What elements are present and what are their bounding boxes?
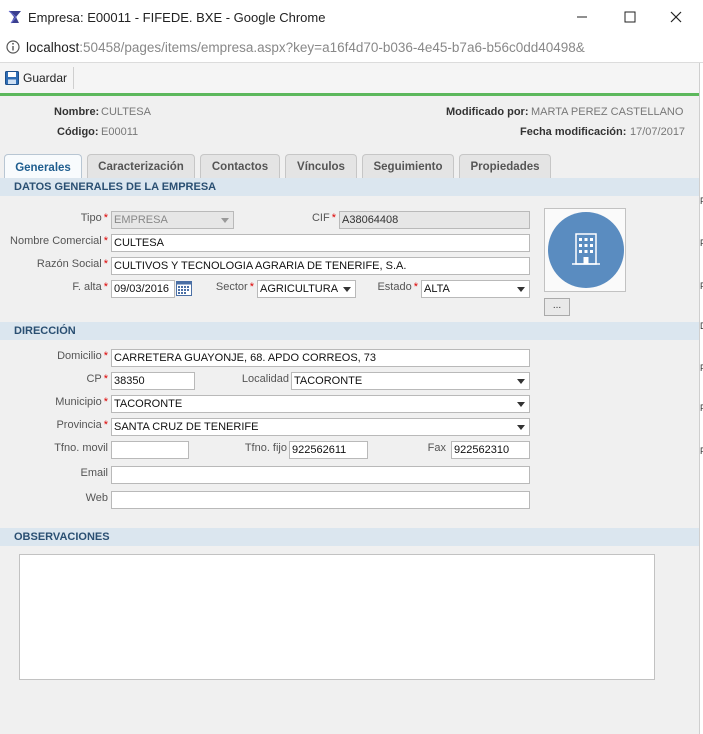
chevron-down-icon bbox=[513, 419, 529, 435]
razon-social-label: Razón Social * bbox=[36, 258, 108, 270]
cp-field[interactable]: 38350 bbox=[111, 372, 195, 390]
fecha-label: Fecha modificación: bbox=[520, 126, 627, 138]
chevron-down-icon bbox=[513, 281, 529, 297]
sector-label: Sector * bbox=[215, 281, 254, 293]
cp-label: CP * bbox=[86, 373, 108, 385]
web-field[interactable] bbox=[111, 491, 530, 509]
f-alta-field[interactable]: 09/03/2016 bbox=[111, 280, 175, 298]
email-label: Email bbox=[80, 467, 108, 479]
tipo-label: Tipo * bbox=[80, 212, 108, 224]
municipio-select[interactable]: TACORONTE bbox=[111, 395, 530, 413]
address-bar[interactable]: localhost:50458/pages/items/empresa.aspx… bbox=[0, 34, 703, 63]
localidad-select[interactable]: TACORONTE bbox=[291, 372, 530, 390]
nombre-value: CULTESA bbox=[101, 106, 151, 118]
window-titlebar: Empresa: E00011 - FIFEDE. BXE - Google C… bbox=[0, 0, 703, 34]
fecha-value: 17/07/2017 bbox=[630, 126, 686, 138]
razon-social-field[interactable]: CULTIVOS Y TECNOLOGIA AGRARIA DE TENERIF… bbox=[111, 257, 530, 275]
modificado-value: MARTA PEREZ CASTELLANO bbox=[531, 106, 684, 118]
maximize-button[interactable] bbox=[607, 0, 653, 34]
chevron-down-icon bbox=[217, 212, 233, 228]
localidad-label: Localidad bbox=[241, 373, 289, 385]
tab-vinculos[interactable]: Vínculos bbox=[285, 154, 357, 179]
save-button-label: Guardar bbox=[23, 71, 68, 85]
sector-select[interactable]: AGRICULTURA bbox=[257, 280, 356, 298]
company-photo-placeholder bbox=[548, 212, 624, 288]
save-button[interactable]: Guardar bbox=[2, 67, 75, 89]
web-label: Web bbox=[85, 492, 108, 504]
fifede-logo-icon bbox=[8, 10, 21, 24]
change-photo-button[interactable]: ... bbox=[544, 298, 570, 316]
observaciones-textarea[interactable] bbox=[19, 554, 655, 680]
section-datos-generales: DATOS GENERALES DE LA EMPRESA bbox=[0, 178, 699, 196]
chevron-down-icon bbox=[513, 373, 529, 389]
modificado-label: Modificado por: bbox=[446, 106, 529, 118]
toolbar: Guardar bbox=[0, 63, 699, 96]
section-observaciones: OBSERVACIONES bbox=[0, 528, 699, 546]
tab-generales[interactable]: Generales bbox=[4, 154, 82, 180]
tipo-select[interactable]: EMPRESA bbox=[111, 211, 234, 229]
f-alta-label: F. alta * bbox=[72, 281, 108, 293]
tfno-movil-label: Tfno. movil bbox=[54, 442, 108, 454]
nombre-comercial-field[interactable]: CULTESA bbox=[111, 234, 530, 252]
fax-field[interactable]: 922562310 bbox=[451, 441, 530, 459]
estado-select[interactable]: ALTA bbox=[421, 280, 530, 298]
background-window-edge: F F F D F F F bbox=[699, 63, 703, 734]
cif-label: CIF * bbox=[311, 212, 336, 224]
fax-label: Fax bbox=[427, 442, 446, 454]
provincia-select[interactable]: SANTA CRUZ DE TENERIFE bbox=[111, 418, 530, 436]
tfno-movil-field[interactable] bbox=[111, 441, 189, 459]
tfno-fijo-label: Tfno. fijo bbox=[244, 442, 287, 454]
calendar-icon[interactable] bbox=[176, 280, 192, 296]
chevron-down-icon bbox=[339, 281, 355, 297]
window-title: Empresa: E00011 - FIFEDE. BXE - Google C… bbox=[28, 10, 326, 25]
codigo-value: E00011 bbox=[101, 126, 139, 138]
codigo-label: Código: bbox=[57, 126, 99, 138]
tab-seguimiento[interactable]: Seguimiento bbox=[362, 154, 454, 179]
domicilio-field[interactable]: CARRETERA GUAYONJE, 68. APDO CORREOS, 73 bbox=[111, 349, 530, 367]
tab-caracterizacion[interactable]: Caracterización bbox=[87, 154, 195, 179]
estado-label: Estado * bbox=[377, 281, 418, 293]
email-field[interactable] bbox=[111, 466, 530, 484]
building-icon bbox=[572, 233, 600, 265]
domicilio-label: Domicilio * bbox=[57, 350, 108, 362]
url-text[interactable]: localhost:50458/pages/items/empresa.aspx… bbox=[26, 40, 585, 55]
nombre-label: Nombre: bbox=[54, 106, 100, 118]
close-icon bbox=[670, 11, 682, 23]
nombre-comercial-label: Nombre Comercial * bbox=[10, 235, 108, 247]
minimize-button[interactable] bbox=[559, 0, 605, 34]
provincia-label: Provincia * bbox=[56, 419, 108, 431]
tab-contactos[interactable]: Contactos bbox=[200, 154, 280, 179]
save-floppy-icon bbox=[5, 71, 19, 85]
close-button[interactable] bbox=[653, 0, 699, 34]
chevron-down-icon bbox=[513, 396, 529, 412]
maximize-icon bbox=[624, 11, 636, 23]
section-direccion: DIRECCIÓN bbox=[0, 322, 699, 340]
tab-propiedades[interactable]: Propiedades bbox=[459, 154, 551, 179]
company-photo bbox=[544, 208, 626, 292]
info-icon[interactable] bbox=[6, 40, 20, 54]
minimize-icon bbox=[577, 16, 587, 18]
tfno-fijo-field[interactable]: 922562611 bbox=[289, 441, 368, 459]
cif-field[interactable]: A38064408 bbox=[339, 211, 530, 229]
municipio-label: Municipio * bbox=[55, 396, 108, 408]
